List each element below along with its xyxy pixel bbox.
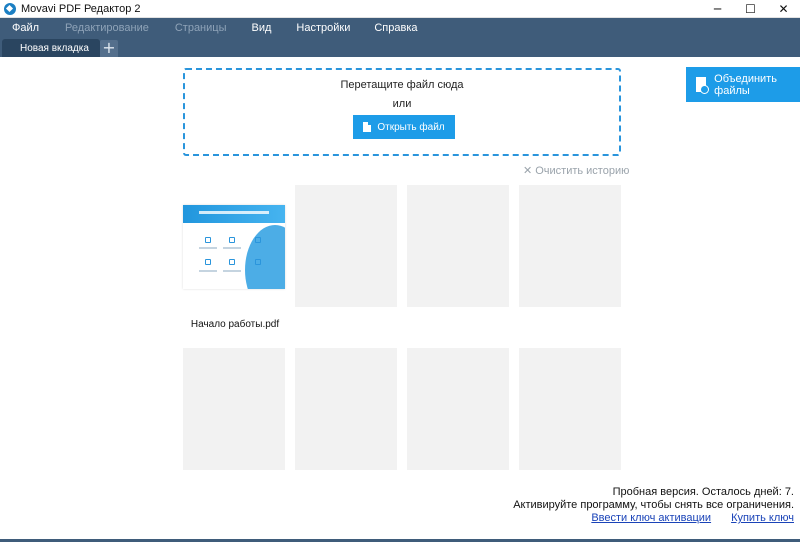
minimize-button[interactable]: ─ [701,0,734,18]
empty-history-slot [183,348,285,470]
clear-history-label: Очистить историю [535,164,630,177]
open-file-label: Открыть файл [377,121,445,133]
menu-settings[interactable]: Настройки [271,22,350,34]
menu-help[interactable]: Справка [350,22,417,34]
drop-zone[interactable]: Перетащите файл сюда или Открыть файл [183,68,621,156]
merge-files-button[interactable]: Объединить файлы [686,67,800,102]
empty-history-slot [295,185,397,307]
tab-bar: Новая вкладка + [0,38,800,57]
recent-file-thumbnail [183,205,285,289]
trial-days-text: Пробная версия. Осталось дней: 7. [612,486,794,498]
open-file-button[interactable]: Открыть файл [353,115,455,139]
trial-info: Пробная версия. Осталось дней: 7. Активи… [513,486,794,525]
menu-pages[interactable]: Страницы [149,22,227,34]
merge-file-icon [696,77,710,94]
menu-edit[interactable]: Редактирование [39,22,149,34]
drop-zone-or: или [392,98,412,110]
close-button[interactable]: ✕ [767,0,800,18]
empty-history-slot [519,348,621,470]
tab-new[interactable]: Новая вкладка [2,39,100,57]
trial-activate-text: Активируйте программу, чтобы снять все о… [513,499,794,511]
merge-files-label: Объединить файлы [714,72,777,97]
menu-file[interactable]: Файл [0,22,39,34]
menu-view[interactable]: Вид [227,22,272,34]
window-controls: ─ ☐ ✕ [701,0,800,18]
empty-history-slot [519,185,621,307]
recent-file-name[interactable]: Начало работы.pdf [185,319,285,330]
movavi-logo-icon [4,2,16,15]
buy-key-link[interactable]: Купить ключ [731,512,794,525]
drop-zone-title: Перетащите файл сюда [340,79,464,91]
close-icon: ✕ [523,165,533,177]
empty-history-slot [407,348,509,470]
window-title: Movavi PDF Редактор 2 [21,2,141,15]
title-bar: Movavi PDF Редактор 2 ─ ☐ ✕ [0,0,800,18]
add-tab-button[interactable]: + [100,40,118,57]
recent-file-card[interactable] [183,185,285,307]
maximize-button[interactable]: ☐ [734,0,767,18]
empty-history-slot [295,348,397,470]
enter-activation-key-link[interactable]: Ввести ключ активации [591,512,711,525]
folder-icon [363,122,372,132]
clear-history-button[interactable]: ✕ Очистить историю [523,164,630,178]
empty-history-slot [407,185,509,307]
menu-bar: Файл Редактирование Страницы Вид Настрой… [0,18,800,38]
